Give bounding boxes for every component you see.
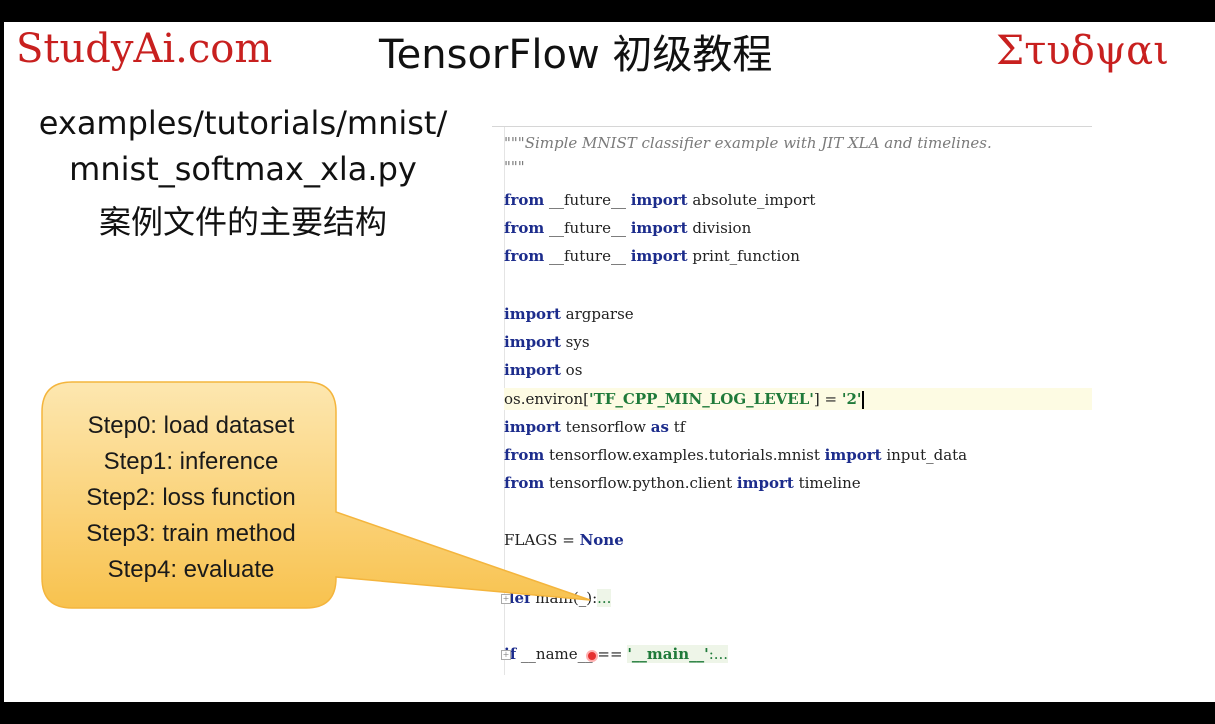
callout-steps: Step0: load dataset Step1: inference Ste… [46, 408, 336, 588]
callout-bubble [41, 381, 591, 609]
pointer-highlight-icon [586, 650, 598, 662]
slide: StudyAi.com TensorFlow 初级教程 Στυδψαι exam… [4, 22, 1215, 702]
step-item: Step4: evaluate [107, 556, 275, 583]
step-item: Step1: inference [103, 448, 279, 475]
step-item: Step0: load dataset [87, 412, 295, 439]
step-item: Step2: loss function [86, 484, 296, 511]
step-item: Step3: train method [86, 520, 296, 547]
